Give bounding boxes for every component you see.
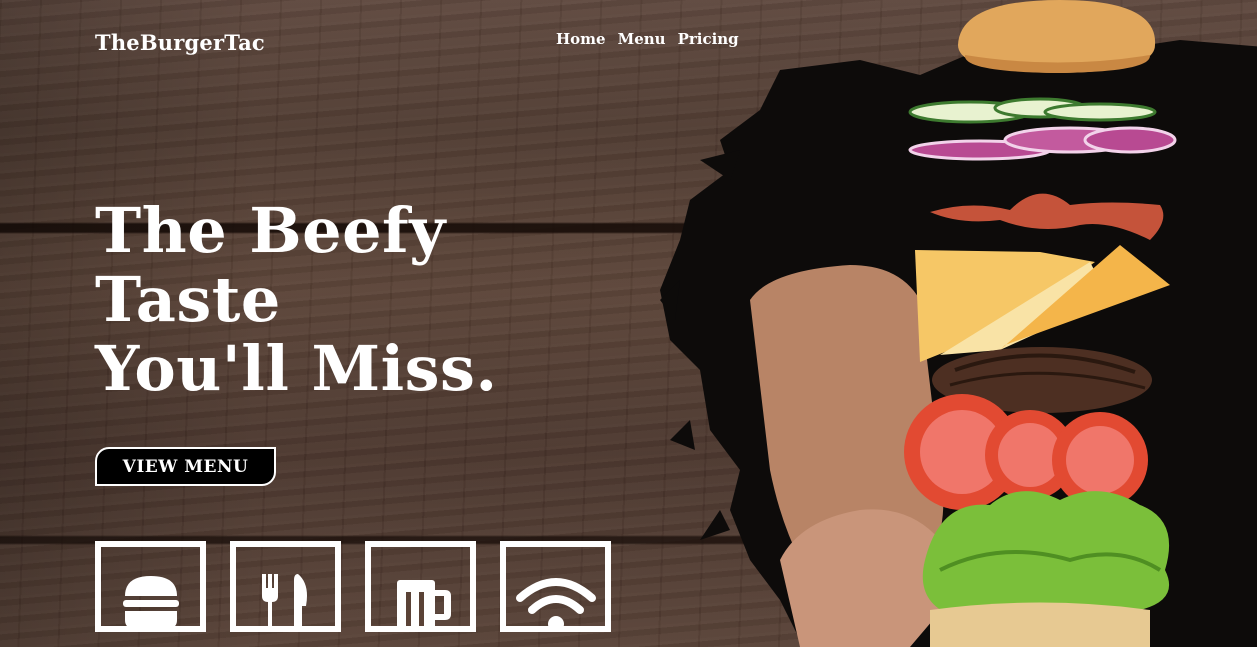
fork-knife-icon	[261, 574, 307, 626]
burger-icon	[122, 576, 179, 626]
headline-line: The Beefy	[95, 194, 446, 267]
view-menu-button[interactable]: VIEW MENU	[95, 447, 276, 486]
main-nav: Home Menu Pricing	[556, 30, 739, 48]
wifi-icon	[515, 578, 596, 626]
headline-line: Taste	[95, 263, 281, 336]
nav-link-home[interactable]: Home	[556, 30, 606, 48]
beer-mug-icon	[396, 580, 451, 626]
hero-headline: The Beefy Taste You'll Miss.	[95, 196, 498, 403]
feature-wifi	[500, 541, 611, 632]
brand-logo[interactable]: TheBurgerTac	[95, 30, 265, 55]
nav-link-pricing[interactable]: Pricing	[678, 30, 739, 48]
feature-drinks	[365, 541, 476, 632]
floating-burger-image	[750, 0, 1177, 647]
feature-burger	[95, 541, 206, 632]
headline-line: You'll Miss.	[95, 332, 498, 405]
landing-page: TheBurgerTac Home Menu Pricing The Beefy…	[0, 0, 1257, 647]
feature-dining	[230, 541, 341, 632]
feature-icons-row	[95, 541, 611, 632]
nav-link-menu[interactable]: Menu	[618, 30, 666, 48]
